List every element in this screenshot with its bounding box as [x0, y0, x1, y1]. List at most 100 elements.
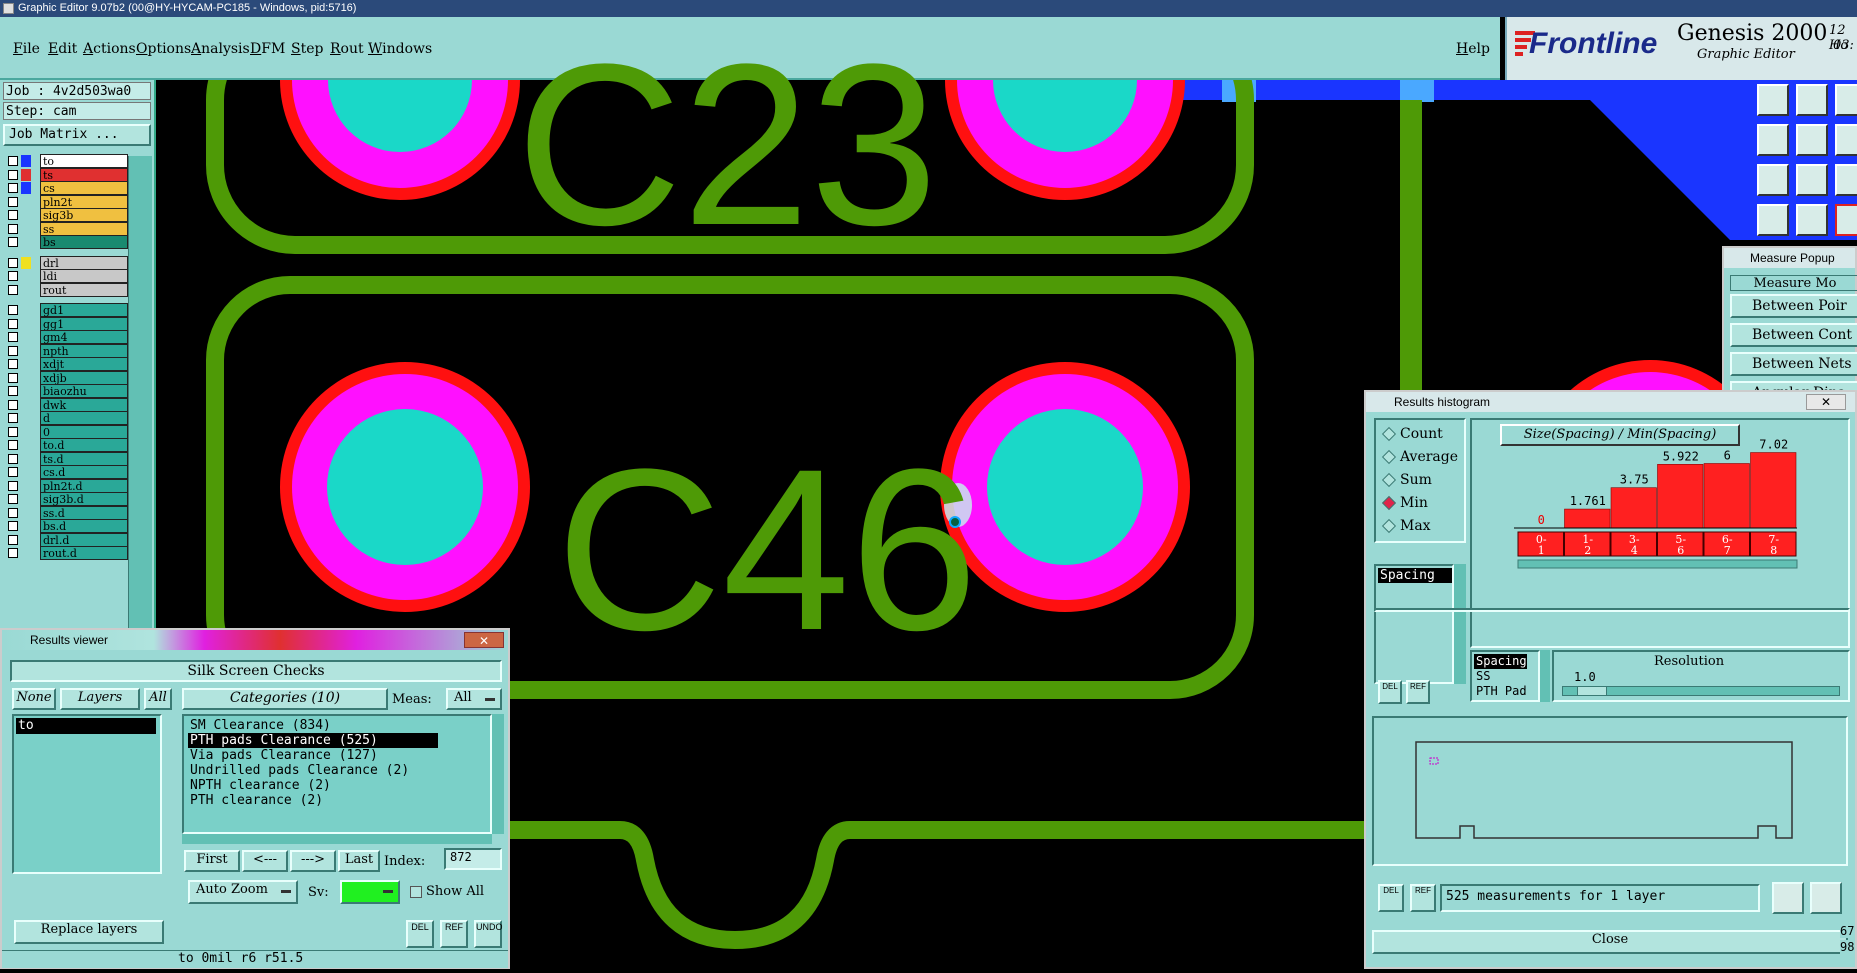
layer-checkbox[interactable] — [8, 372, 18, 383]
layer-checkbox[interactable] — [8, 345, 18, 356]
layer-checkbox[interactable] — [8, 210, 18, 220]
layer-name[interactable]: cs.d — [40, 465, 128, 479]
undo-button[interactable]: UNDO — [474, 920, 503, 948]
auto-zoom-dropdown[interactable]: Auto Zoom — [188, 880, 298, 904]
layer-name[interactable]: rout.d — [40, 546, 128, 560]
stat-radio-max[interactable]: Max — [1381, 518, 1431, 534]
tool-btn-2-icon[interactable] — [1796, 84, 1828, 116]
first-button[interactable]: First — [184, 850, 240, 872]
hist-list[interactable]: Spacing — [1374, 564, 1454, 684]
stat-radio-average[interactable]: Average — [1381, 449, 1458, 465]
category-item[interactable]: NPTH clearance (2) — [188, 778, 488, 793]
menu-dfm[interactable]: DFM — [250, 41, 285, 57]
layer-name[interactable]: npth — [40, 343, 128, 358]
hist-del-button[interactable]: DEL — [1378, 884, 1404, 912]
histogram-close-button[interactable]: Close — [1372, 930, 1848, 954]
tool-btn-4-icon[interactable] — [1757, 124, 1789, 156]
layer-name[interactable]: pln2t.d — [40, 478, 128, 493]
histogram-bar[interactable] — [1750, 452, 1797, 529]
layer-checkbox[interactable] — [8, 426, 18, 437]
stat-radio-min[interactable]: Min — [1381, 495, 1428, 511]
layer-name[interactable]: dwk — [40, 397, 128, 412]
layer-name[interactable]: ts — [40, 167, 128, 182]
layer-name[interactable]: ss — [40, 221, 128, 236]
layer-name[interactable]: to.d — [40, 438, 128, 452]
layer-checkbox[interactable] — [8, 386, 18, 396]
layer-checkbox[interactable] — [8, 440, 18, 450]
layer-checkbox[interactable] — [8, 257, 18, 268]
layer-name[interactable]: ldi — [40, 269, 128, 283]
none-button[interactable]: None — [12, 688, 56, 710]
layer-name[interactable]: sig3b.d — [40, 492, 128, 506]
layer-name[interactable]: gm4 — [40, 330, 128, 344]
histogram-bar[interactable] — [1657, 464, 1704, 529]
menu-step[interactable]: Step — [291, 41, 323, 57]
board-preview[interactable] — [1372, 716, 1848, 866]
layer-checkbox[interactable] — [8, 507, 18, 518]
layer-list-scrollbar[interactable] — [128, 156, 152, 636]
layer-name[interactable]: xdjb — [40, 370, 128, 385]
tool-btn-12-icon[interactable] — [1835, 204, 1857, 236]
histogram-bar[interactable] — [1610, 487, 1657, 529]
menu-file[interactable]: File — [13, 41, 40, 57]
layer-row-bs[interactable]: bs — [6, 235, 128, 250]
meas-dropdown[interactable]: All — [446, 688, 502, 710]
layer-name[interactable]: rout — [40, 282, 128, 297]
sv-color-dropdown[interactable] — [340, 880, 400, 904]
layer-name[interactable]: drl.d — [40, 532, 128, 547]
layer-list-item[interactable]: to — [16, 718, 156, 734]
category-item[interactable]: Undrilled pads Clearance (2) — [188, 763, 488, 778]
menu-analysis[interactable]: Analysis — [191, 41, 250, 57]
menu-help[interactable]: Help — [1456, 41, 1490, 57]
categories-hscrollbar[interactable] — [182, 834, 492, 844]
resolution-slider[interactable] — [1562, 686, 1840, 696]
sublist-item[interactable]: PTH Pad — [1474, 684, 1527, 699]
menu-actions[interactable]: Actions — [83, 41, 136, 57]
menu-windows[interactable]: Windows — [368, 41, 432, 57]
layer-checkbox[interactable] — [8, 156, 18, 166]
histogram-bar[interactable] — [1703, 463, 1750, 529]
hist-ref-button[interactable]: REF — [1410, 884, 1436, 912]
stat-radio-count[interactable]: Count — [1381, 426, 1443, 442]
tool-btn-9-icon[interactable] — [1835, 164, 1857, 196]
layer-name[interactable]: gd1 — [40, 303, 128, 317]
menu-edit[interactable]: Edit — [48, 41, 77, 57]
measure-between-contours[interactable]: Between Cont — [1730, 323, 1857, 347]
layer-checkbox[interactable] — [8, 237, 18, 247]
layer-checkbox[interactable] — [8, 399, 18, 410]
histogram-close-icon[interactable]: ✕ — [1806, 394, 1846, 410]
layer-checkbox[interactable] — [8, 359, 18, 369]
hist-list-item[interactable]: Spacing — [1378, 568, 1452, 583]
layer-name[interactable]: to — [40, 154, 128, 168]
tool-btn-7-icon[interactable] — [1757, 164, 1789, 196]
layer-name[interactable]: biaozhu — [40, 384, 128, 398]
category-item[interactable]: SM Clearance (834) — [188, 718, 488, 733]
layer-name[interactable]: sig3b — [40, 208, 128, 222]
layer-name[interactable]: gg1 — [40, 316, 128, 331]
layer-checkbox[interactable] — [8, 305, 18, 315]
hist-del-small-button[interactable]: DEL — [1378, 680, 1402, 704]
show-all-checkbox[interactable] — [410, 886, 422, 898]
layer-name[interactable]: xdjt — [40, 357, 128, 371]
index-input[interactable]: 872 — [444, 848, 502, 870]
layer-checkbox[interactable] — [8, 169, 18, 180]
sublist-scrollbar[interactable] — [1540, 650, 1550, 702]
layer-name[interactable]: pln2t — [40, 194, 128, 209]
measure-between-points[interactable]: Between Poir — [1730, 294, 1857, 318]
menu-options[interactable]: Options — [136, 41, 191, 57]
sublist-item[interactable]: SS — [1474, 669, 1527, 684]
layer-checkbox[interactable] — [8, 534, 18, 545]
layer-name[interactable]: 0 — [40, 424, 128, 439]
tool-btn-6-icon[interactable] — [1835, 124, 1857, 156]
layer-row-rout[interactable]: rout — [6, 282, 128, 298]
layer-name[interactable]: drl — [40, 255, 128, 270]
layer-checkbox[interactable] — [8, 494, 18, 504]
layer-checkbox[interactable] — [8, 453, 18, 464]
category-item[interactable]: Via pads Clearance (127) — [188, 748, 488, 763]
layer-name[interactable]: ts.d — [40, 451, 128, 466]
results-layer-list[interactable]: to — [12, 714, 162, 874]
results-viewer-close-icon[interactable]: ✕ — [464, 632, 504, 648]
categories-scrollbar[interactable] — [492, 714, 504, 834]
layer-checkbox[interactable] — [8, 284, 18, 295]
ref-button[interactable]: REF — [440, 920, 468, 948]
